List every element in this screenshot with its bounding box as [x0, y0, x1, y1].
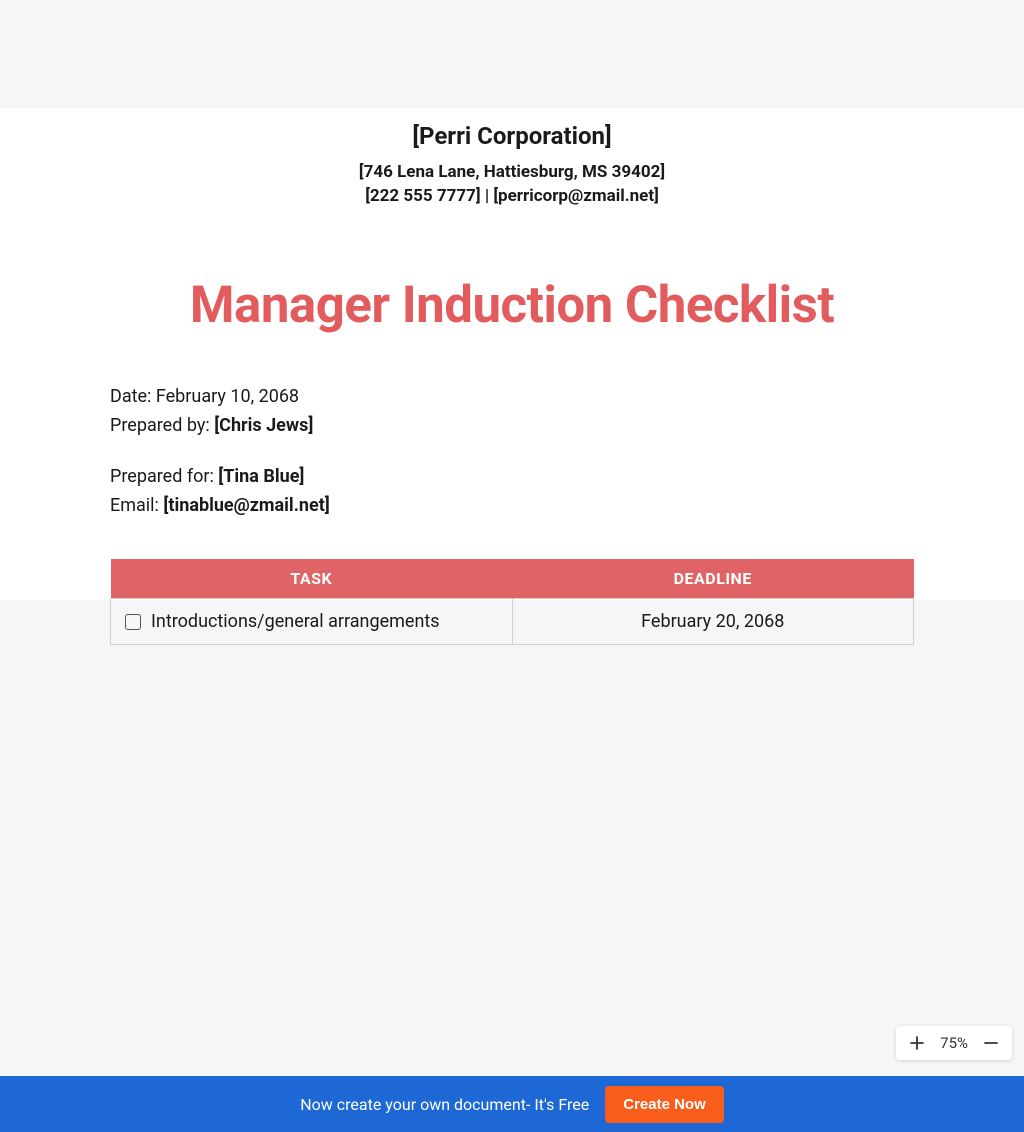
meta-block: Date: February 10, 2068 Prepared by: [Ch… [110, 383, 914, 519]
checklist-table: TASK DEADLINE Introductions/general arra… [110, 559, 914, 645]
zoom-level: 75% [940, 1034, 968, 1052]
task-text: Introductions/general arrangements [151, 611, 440, 632]
company-email: [perricorp@zmail.net] [493, 186, 658, 206]
checkbox-icon[interactable] [125, 614, 141, 630]
zoom-control: 75% [896, 1026, 1012, 1060]
document-title: Manager Induction Checklist [110, 276, 914, 335]
meta-prepared-for: Prepared for: [Tina Blue] [110, 463, 914, 490]
prepared-by-value: [Chris Jews] [214, 415, 313, 436]
company-name: [Perri Corporation] [110, 122, 914, 150]
table-row: Introductions/general arrangements Febru… [111, 599, 914, 645]
date-label: Date: [110, 386, 156, 407]
zoom-out-icon[interactable] [982, 1034, 1000, 1052]
prepared-by-label: Prepared by: [110, 415, 214, 436]
prepared-for-value: [Tina Blue] [218, 466, 304, 487]
meta-email: Email: [tinablue@zmail.net] [110, 492, 914, 519]
zoom-in-icon[interactable] [908, 1034, 926, 1052]
create-now-button[interactable]: Create Now [605, 1086, 724, 1123]
prepared-for-label: Prepared for: [110, 466, 218, 487]
email-label: Email: [110, 495, 163, 516]
email-value: [tinablue@zmail.net] [163, 495, 329, 516]
document-preview: [Perri Corporation] [746 Lena Lane, Hatt… [0, 108, 1024, 600]
deadline-cell: February 20, 2068 [512, 599, 914, 645]
company-contact: [222 555 7777] | [perricorp@zmail.net] [110, 186, 914, 206]
meta-date: Date: February 10, 2068 [110, 383, 914, 410]
table-header-task: TASK [111, 559, 513, 599]
banner-text: Now create your own document- It's Free [300, 1095, 589, 1114]
promo-banner: Now create your own document- It's Free … [0, 1076, 1024, 1132]
meta-prepared-by: Prepared by: [Chris Jews] [110, 412, 914, 439]
company-phone: [222 555 7777] [365, 186, 480, 206]
separator: | [481, 186, 494, 206]
task-cell: Introductions/general arrangements [125, 611, 498, 632]
company-header: [Perri Corporation] [746 Lena Lane, Hatt… [110, 122, 914, 206]
date-value: February 10, 2068 [156, 386, 299, 407]
table-header-deadline: DEADLINE [512, 559, 914, 599]
company-address: [746 Lena Lane, Hattiesburg, MS 39402] [110, 162, 914, 182]
